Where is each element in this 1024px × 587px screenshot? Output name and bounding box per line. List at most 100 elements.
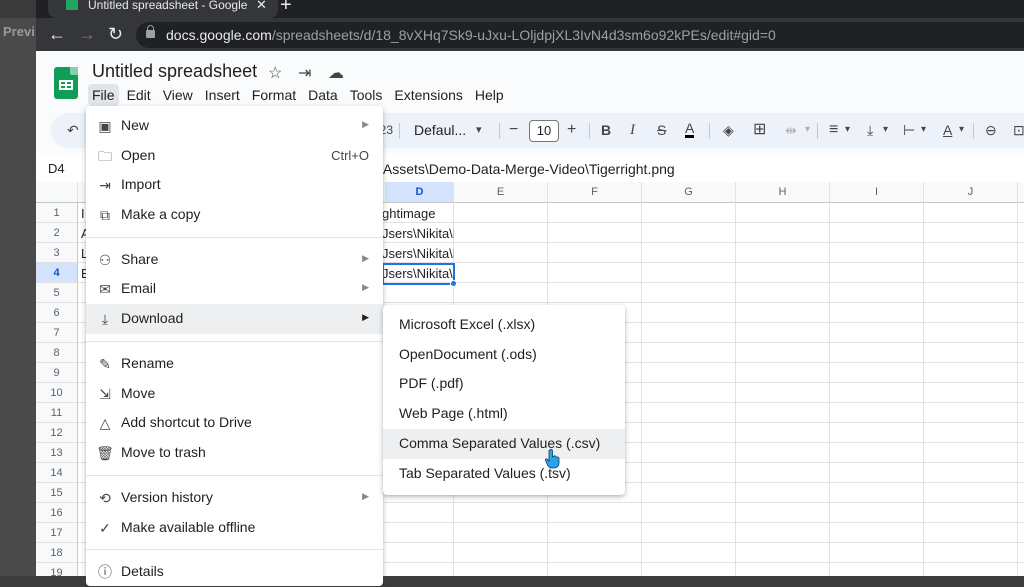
reload-icon[interactable]: ↻: [108, 23, 123, 45]
menu-format[interactable]: Format: [248, 84, 300, 106]
row-header-7[interactable]: 7: [36, 323, 78, 343]
merge-dropdown-icon[interactable]: ▾: [805, 121, 810, 139]
row-header-8[interactable]: 8: [36, 343, 78, 363]
row-header-5[interactable]: 5: [36, 283, 78, 303]
file-menu-item-rename[interactable]: ✎ Rename: [86, 349, 383, 379]
download-option-pdf-pdf[interactable]: PDF (.pdf): [383, 369, 625, 399]
download-option-microsoft-excel-xlsx[interactable]: Microsoft Excel (.xlsx): [383, 310, 625, 340]
file-menu-item-move[interactable]: ⇲ Move: [86, 379, 383, 409]
row-header-15[interactable]: 15: [36, 483, 78, 503]
new-tab-button[interactable]: +: [280, 0, 292, 17]
bold-button[interactable]: B: [601, 121, 611, 139]
file-menu-item-import[interactable]: ⇥ Import: [86, 170, 383, 200]
vertical-align-icon[interactable]: ⤓: [867, 121, 873, 139]
row-header-4[interactable]: 4: [36, 263, 78, 283]
column-header-h[interactable]: H: [736, 182, 830, 203]
move-icon[interactable]: ⇥: [298, 63, 311, 83]
file-menu-item-open[interactable]: 🗀 Open Ctrl+O: [86, 141, 383, 171]
merge-cells-icon[interactable]: ⇹: [785, 121, 797, 139]
row-header-17[interactable]: 17: [36, 523, 78, 543]
cell-a1[interactable]: I: [81, 204, 85, 224]
column-header-f[interactable]: F: [548, 182, 642, 203]
text-rotation-icon[interactable]: A: [943, 121, 952, 139]
insert-link-icon[interactable]: ⊖: [985, 121, 997, 139]
select-all-corner[interactable]: [36, 182, 78, 203]
row-header-1[interactable]: 1: [36, 203, 78, 223]
row-header-11[interactable]: 11: [36, 403, 78, 423]
row-header-12[interactable]: 12: [36, 423, 78, 443]
star-icon[interactable]: ☆: [268, 63, 282, 83]
file-menu-item-add-shortcut-to-drive[interactable]: △ Add shortcut to Drive: [86, 408, 383, 438]
font-family-select[interactable]: Defaul...: [414, 121, 466, 139]
row-header-10[interactable]: 10: [36, 383, 78, 403]
address-bar[interactable]: docs.google.com/spreadsheets/d/18_8vXHq7…: [136, 22, 1024, 48]
formula-input[interactable]: o Assets\Demo-Data-Merge-Video\Tigerrigh…: [372, 161, 675, 177]
row-header-18[interactable]: 18: [36, 543, 78, 563]
menu-file[interactable]: File: [88, 84, 119, 106]
text-wrapping-icon[interactable]: ⊢: [903, 121, 915, 139]
column-header-i[interactable]: I: [830, 182, 924, 203]
cell-d3[interactable]: Jsers\Nikita\D: [382, 244, 454, 264]
menu-tools[interactable]: Tools: [346, 84, 387, 106]
download-option-web-page-html[interactable]: Web Page (.html): [383, 399, 625, 429]
menu-insert[interactable]: Insert: [201, 84, 244, 106]
undo-icon[interactable]: ↶: [67, 121, 79, 139]
cell-d2[interactable]: Jsers\Nikita\D: [382, 224, 454, 244]
increase-font-size-button[interactable]: +: [567, 121, 576, 139]
file-menu-item-email[interactable]: ✉ Email ▶: [86, 274, 383, 304]
row-header-6[interactable]: 6: [36, 303, 78, 323]
text-color-button[interactable]: A: [685, 121, 695, 138]
row-header-16[interactable]: 16: [36, 503, 78, 523]
column-header-k[interactable]: [1018, 182, 1024, 203]
row-header-19[interactable]: 19: [36, 563, 78, 576]
strikethrough-button[interactable]: S: [657, 121, 666, 139]
italic-button[interactable]: I: [630, 121, 635, 139]
row-header-13[interactable]: 13: [36, 443, 78, 463]
borders-icon[interactable]: ⊞: [753, 121, 766, 139]
valign-dropdown-icon[interactable]: ▾: [883, 121, 888, 139]
wrap-dropdown-icon[interactable]: ▾: [921, 121, 926, 139]
rotation-dropdown-icon[interactable]: ▾: [959, 121, 964, 139]
menu-edit[interactable]: Edit: [123, 84, 155, 106]
back-icon[interactable]: ←: [48, 23, 66, 45]
fill-handle[interactable]: [450, 280, 457, 287]
fill-color-icon[interactable]: ◈: [723, 121, 734, 139]
menu-extensions[interactable]: Extensions: [390, 84, 466, 106]
file-menu-item-share[interactable]: ⚇ Share ▶: [86, 245, 383, 275]
row-header-14[interactable]: 14: [36, 463, 78, 483]
menu-data[interactable]: Data: [304, 84, 342, 106]
column-header-g[interactable]: G: [642, 182, 736, 203]
column-header-j[interactable]: J: [924, 182, 1018, 203]
download-option-comma-separated-values-csv[interactable]: Comma Separated Values (.csv): [383, 428, 625, 459]
file-menu-item-new[interactable]: ▣ New ▶: [86, 111, 383, 141]
close-tab-icon[interactable]: ✕: [256, 0, 267, 13]
file-menu-item-move-to-trash[interactable]: 🗑 Move to trash: [86, 438, 383, 468]
cell-d1[interactable]: ghtimage: [382, 204, 454, 224]
document-title[interactable]: Untitled spreadsheet: [92, 61, 257, 82]
browser-tab[interactable]: Untitled spreadsheet - Google Sheets ✕: [48, 0, 278, 18]
file-menu-item-make-a-copy[interactable]: ⧉ Make a copy: [86, 200, 383, 230]
name-box[interactable]: D4: [48, 161, 65, 176]
sheets-logo-icon[interactable]: [54, 67, 78, 99]
download-option-tab-separated-values-tsv[interactable]: Tab Separated Values (.tsv): [383, 459, 625, 489]
decrease-font-size-button[interactable]: −: [509, 121, 518, 139]
menu-help[interactable]: Help: [471, 84, 508, 106]
row-header-2[interactable]: 2: [36, 223, 78, 243]
file-menu-item-details[interactable]: ⓘ Details: [86, 557, 383, 587]
cloud-status-icon[interactable]: ☁: [328, 63, 344, 83]
font-dropdown-icon[interactable]: ▾: [476, 121, 482, 139]
file-menu-item-download[interactable]: ⤓ Download ▶: [86, 304, 383, 334]
row-header-9[interactable]: 9: [36, 363, 78, 383]
file-menu-item-version-history[interactable]: ⟲ Version history ▶: [86, 483, 383, 513]
insert-comment-icon[interactable]: ⊡: [1013, 121, 1024, 139]
menu-view[interactable]: View: [159, 84, 197, 106]
column-header-e[interactable]: E: [454, 182, 548, 203]
horizontal-align-icon[interactable]: ≡: [829, 121, 838, 139]
font-size-input[interactable]: 10: [529, 120, 559, 142]
halign-dropdown-icon[interactable]: ▾: [845, 121, 850, 139]
download-option-opendocument-ods[interactable]: OpenDocument (.ods): [383, 340, 625, 370]
forward-icon[interactable]: →: [78, 23, 96, 45]
file-menu-item-make-available-offline[interactable]: ✓ Make available offline: [86, 513, 383, 543]
row-header-3[interactable]: 3: [36, 243, 78, 263]
column-header-d[interactable]: D: [386, 182, 454, 203]
